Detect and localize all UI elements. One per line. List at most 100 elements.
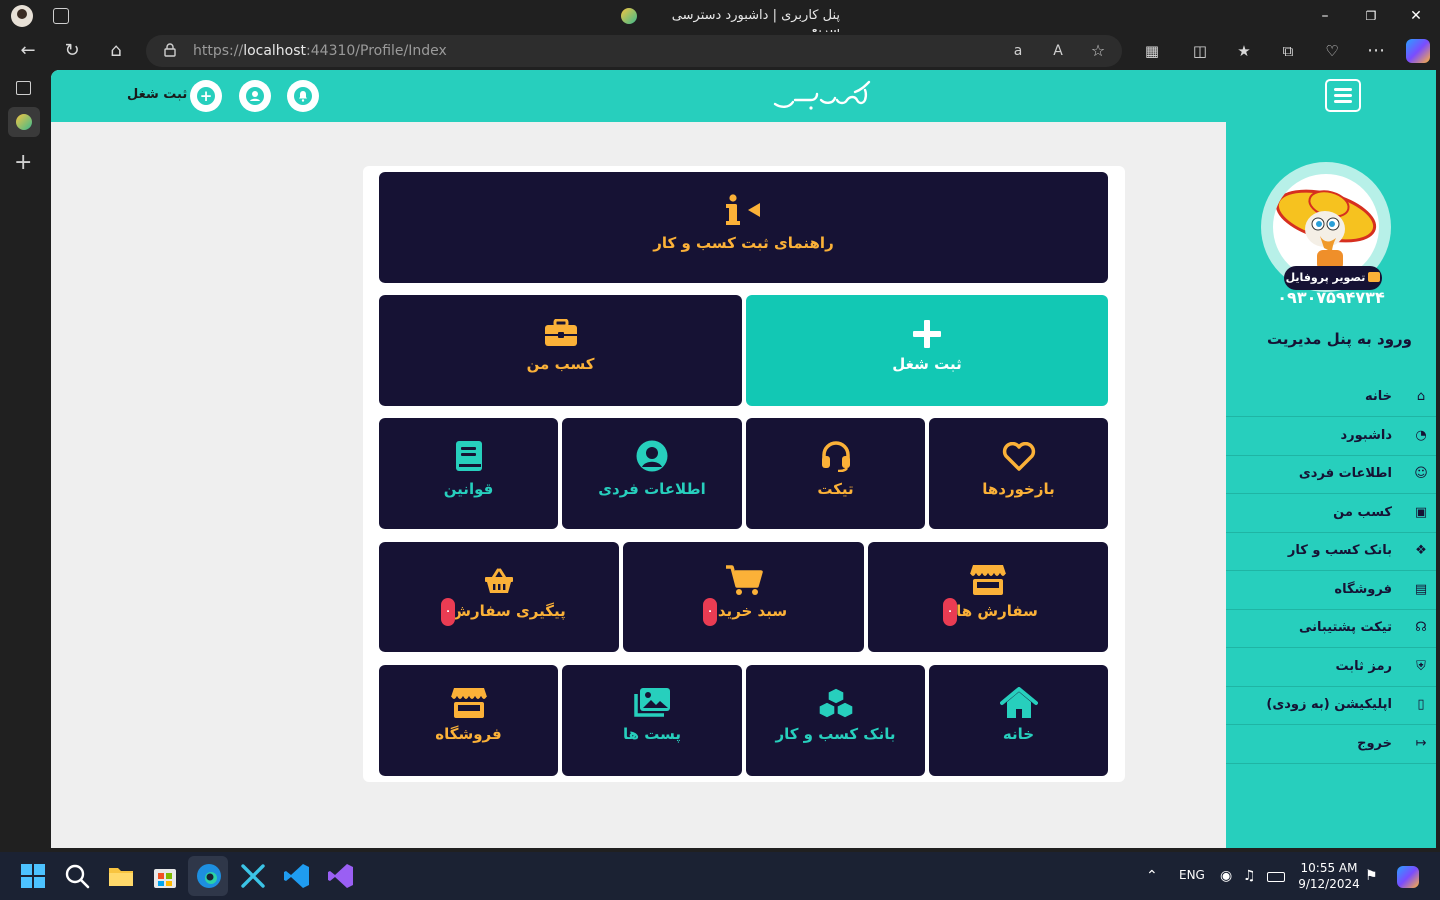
sidebar-item-label: اطلاعات فردی (1298, 466, 1392, 481)
minimize-icon[interactable]: – (1315, 6, 1335, 26)
sidebar-item[interactable]: ▣ کسب من (1226, 494, 1436, 533)
profile-button[interactable] (239, 80, 271, 112)
guide-tile[interactable]: راهنمای ثبت کسب و کار (379, 172, 1108, 283)
my-business-tile[interactable]: کسب من (379, 295, 742, 406)
wifi-icon[interactable]: ◉ (1220, 868, 1232, 884)
tab-actions-icon[interactable] (16, 81, 31, 95)
active-tab[interactable] (8, 107, 40, 137)
restore-icon[interactable]: ❐ (1361, 6, 1381, 26)
xcode-app-icon[interactable] (239, 862, 267, 890)
notification-bell-icon[interactable]: ⚑ (1365, 868, 1378, 884)
sidebar-item[interactable]: ↦ خروج (1226, 725, 1436, 764)
heart-icon (929, 442, 1108, 472)
close-icon[interactable]: ✕ (1406, 6, 1426, 26)
guide-label: راهنمای ثبت کسب و کار (653, 234, 834, 252)
profile-picture-button[interactable]: تصویر پروفایل (1284, 266, 1382, 290)
sidebar-item[interactable]: ☺ اطلاعات فردی (1226, 455, 1436, 494)
favorites-icon[interactable]: ★ (1233, 40, 1255, 62)
admin-panel-link[interactable]: ورود به پنل مدیریت (1236, 330, 1412, 348)
windows-start-icon[interactable] (19, 862, 47, 890)
hamburger-menu-button[interactable] (1325, 79, 1361, 112)
user-phone: ۰۹۳۰۷۵۹۴۷۳۴ (1277, 288, 1385, 307)
lock-icon (164, 43, 176, 57)
tab-favicon-icon (621, 8, 637, 24)
add-job-label[interactable]: ثبت شغل (127, 87, 187, 102)
basket-icon (379, 568, 619, 594)
home-icon (929, 687, 1108, 719)
sidebar-item[interactable]: ◔ داشبورد (1226, 417, 1436, 456)
url-text[interactable]: https://localhost:44310/Profile/Index (193, 43, 447, 59)
logout-icon: ↦ (1415, 735, 1427, 751)
briefcase-icon (379, 319, 742, 347)
refresh-icon[interactable]: ↻ (61, 40, 83, 62)
windows-taskbar: ⌃ ENG ◉ ♫ 10:55 AM 9/12/2024 ⚑ (0, 852, 1440, 900)
sidebar-item-label: کسب من (1333, 504, 1392, 520)
store-icon: ▤ (1414, 581, 1428, 597)
taskbar-clock[interactable]: 10:55 AM 9/12/2024 (1296, 860, 1362, 892)
sidebar-item-label: تیکت پشتیبانی (1299, 620, 1392, 635)
notifications-button[interactable] (287, 80, 319, 112)
back-icon[interactable]: ← (17, 40, 39, 62)
cart-tile[interactable]: سبد خرید ۰ (623, 542, 864, 652)
copilot-taskbar-icon[interactable] (1397, 866, 1419, 888)
sidebar-item-label: خروج (1357, 735, 1392, 751)
favorite-star-icon[interactable]: ☆ (1088, 41, 1108, 61)
store-icon[interactable] (151, 862, 179, 890)
new-tab-icon[interactable]: + (14, 150, 32, 175)
search-icon[interactable] (63, 862, 91, 890)
posts-tile[interactable]: پست ها (562, 665, 742, 776)
headset-icon: ☊ (1415, 620, 1427, 635)
collections-icon[interactable]: ⧉ (1277, 40, 1299, 62)
visual-studio-icon[interactable] (327, 862, 355, 890)
copilot-icon[interactable] (1406, 39, 1430, 63)
home-tile[interactable]: خانه (929, 665, 1108, 776)
briefcase-icon: ▣ (1414, 504, 1428, 520)
split-screen-icon[interactable]: ◫ (1189, 40, 1211, 62)
site-logo[interactable] (771, 78, 875, 116)
feedback-tile[interactable]: بازخوردها (929, 418, 1108, 529)
my-business-label: کسب من (526, 355, 595, 373)
page-viewport: ثبت شغل + راهنمای ثبت کسب و کار کسب من ث… (51, 70, 1436, 848)
book-icon (379, 440, 558, 472)
rules-tile[interactable]: قوانین (379, 418, 558, 529)
sidebar-item-label: رمز ثابت (1335, 658, 1392, 674)
browser-profile-avatar[interactable] (11, 5, 33, 27)
language-indicator[interactable]: ENG (1179, 868, 1205, 882)
url-scheme: https:// (193, 43, 244, 59)
browser-titlebar: پنل کاربری | داشبورد دسترسی سریع – ❐ ✕ (0, 0, 1440, 38)
workspaces-icon[interactable] (53, 8, 69, 24)
orders-tile[interactable]: سفارش ها ۰ (868, 542, 1108, 652)
home-icon[interactable]: ⌂ (105, 40, 127, 62)
shop-label: فروشگاه (435, 725, 502, 743)
address-bar[interactable]: https://localhost:44310/Profile/Index a​… (146, 35, 1122, 67)
shop-tile[interactable]: فروشگاه (379, 665, 558, 776)
read-aloud-icon[interactable]: a​ (1008, 41, 1028, 61)
sidebar: تصویر پروفایل ۰۹۳۰۷۵۹۴۷۳۴ ورود به پنل مد… (1226, 122, 1436, 848)
more-menu-icon[interactable]: ⋯ (1365, 40, 1387, 62)
plus-icon: + (197, 87, 215, 105)
order-tracking-tile[interactable]: پیگیری سفارش ۰ (379, 542, 619, 652)
quick-access-card: راهنمای ثبت کسب و کار کسب من ثبت شغل قوا… (363, 166, 1125, 782)
health-icon[interactable]: ♡ (1321, 40, 1343, 62)
order-tracking-count-badge: ۰ (441, 598, 455, 626)
store-icon (379, 687, 558, 719)
file-explorer-icon[interactable] (107, 862, 135, 890)
sidebar-item[interactable]: ⛨ رمز ثابت (1226, 648, 1436, 687)
sidebar-item[interactable]: ⌂ خانه (1226, 378, 1436, 417)
extensions-icon[interactable]: ▦ (1141, 40, 1163, 62)
sidebar-item[interactable]: ▤ فروشگاه (1226, 571, 1436, 610)
vscode-icon[interactable] (283, 862, 311, 890)
add-job-button[interactable]: + (190, 80, 222, 112)
battery-icon[interactable] (1267, 872, 1285, 882)
edge-browser-icon[interactable] (195, 862, 223, 890)
volume-icon[interactable]: ♫ (1243, 868, 1256, 884)
add-job-tile[interactable]: ثبت شغل (746, 295, 1108, 406)
text-size-icon[interactable]: A (1048, 41, 1068, 61)
ticket-tile[interactable]: تیکت (746, 418, 925, 529)
sidebar-item[interactable]: ☊ تیکت پشتیبانی (1226, 609, 1436, 648)
business-bank-tile[interactable]: بانک کسب و کار (746, 665, 925, 776)
show-hidden-icons[interactable]: ⌃ (1146, 868, 1158, 884)
sidebar-item[interactable]: ▯ اپلیکیشن (به زودی) (1226, 686, 1436, 725)
personal-info-tile[interactable]: اطلاعات فردی (562, 418, 742, 529)
sidebar-item[interactable]: ❖ بانک کسب و کار (1226, 532, 1436, 571)
